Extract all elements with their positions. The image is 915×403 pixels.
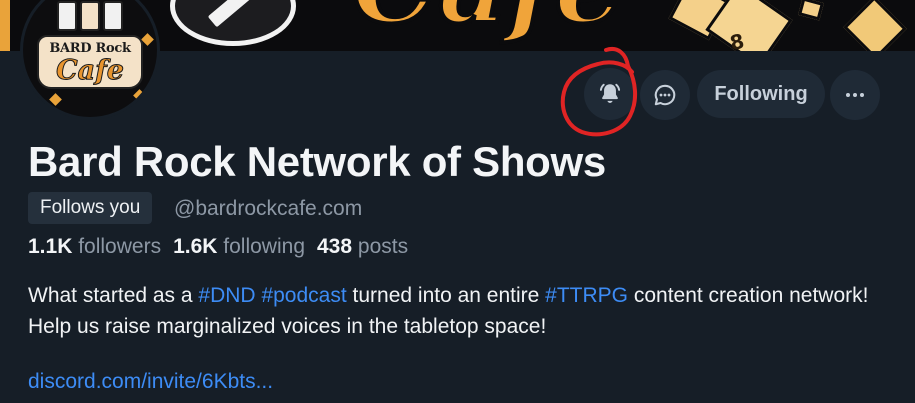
banner-stripe: [0, 0, 10, 51]
posts-label: posts: [357, 235, 409, 258]
profile-handle[interactable]: @bardrockcafe.com: [174, 197, 362, 221]
avatar-icons: [55, 1, 125, 33]
ellipsis-icon: [846, 93, 864, 97]
followers-count: 1.1K: [28, 235, 73, 258]
following-label: following: [223, 235, 305, 258]
followers-stat[interactable]: 1.1K followers: [28, 235, 161, 258]
chat-bubble-icon: [654, 84, 676, 106]
banner-cafe-lettering: Cafe: [350, 0, 632, 42]
posts-stat: 438 posts: [317, 235, 408, 258]
posts-count: 438: [317, 235, 353, 258]
avatar-logo: BARD Rock Cafe: [37, 35, 143, 89]
bio-text: What started as a: [28, 284, 199, 307]
message-button[interactable]: [640, 70, 690, 120]
display-name: Bard Rock Network of Shows: [28, 138, 606, 185]
sparkle-decoration: [49, 93, 62, 106]
avatar[interactable]: BARD Rock Cafe: [20, 0, 160, 120]
hashtag-link[interactable]: #TTRPG: [545, 284, 628, 307]
hashtag-link[interactable]: #podcast: [261, 284, 346, 307]
follows-you-badge: Follows you: [28, 192, 153, 224]
following-count: 1.6K: [173, 235, 218, 258]
avatar-logo-text: BARD Rock: [49, 41, 131, 56]
following-stat[interactable]: 1.6K following: [173, 235, 305, 258]
dice-graphic: [843, 0, 907, 51]
sparkle-decoration: [133, 89, 146, 102]
notifications-button[interactable]: [584, 68, 636, 120]
discord-invite-link[interactable]: discord.com/invite/6Kbts...: [28, 370, 273, 394]
bell-icon: [599, 83, 621, 103]
hashtag-link[interactable]: #DND: [198, 284, 255, 307]
more-options-button[interactable]: [830, 70, 880, 120]
profile-header: Cafe 8 BARD Rock Cafe: [0, 0, 915, 403]
bio-text: turned into an entire: [346, 284, 546, 307]
following-button[interactable]: Following: [697, 70, 825, 118]
sparkle-decoration: [141, 33, 154, 46]
profile-bio: What started as a #DND #podcast turned i…: [28, 280, 888, 342]
profile-stats: 1.1K followers 1.6K following 438 posts: [28, 235, 408, 259]
banner-sign-graphic: [170, 0, 296, 46]
followers-label: followers: [78, 235, 162, 258]
avatar-logo-script: Cafe: [56, 55, 125, 87]
dice-graphic: [798, 0, 824, 21]
